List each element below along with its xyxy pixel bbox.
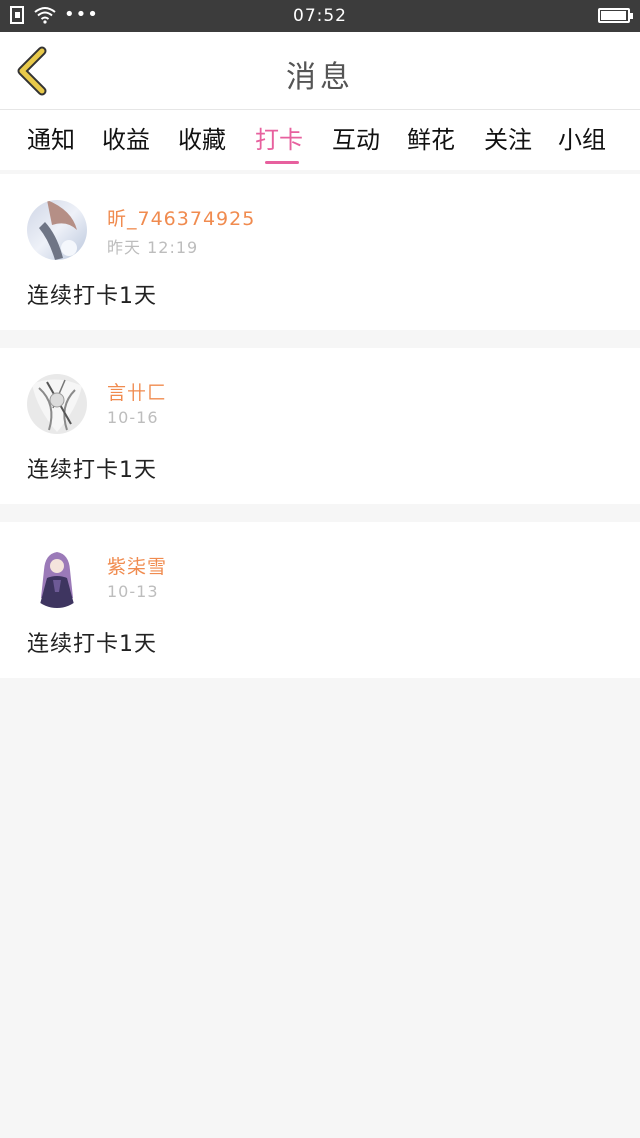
username[interactable]: 昕_746374925 xyxy=(107,204,255,231)
avatar[interactable] xyxy=(27,200,87,260)
avatar[interactable] xyxy=(27,374,87,434)
message-card[interactable]: 昕_746374925 昨天 12:19 连续打卡1天 xyxy=(0,174,640,330)
username[interactable]: 紫柒雪 xyxy=(107,552,167,579)
tab-following[interactable]: 关注 xyxy=(484,120,532,155)
tab-groups[interactable]: 小组 xyxy=(558,120,606,155)
message-time: 10-13 xyxy=(107,582,159,601)
status-time: 07:52 xyxy=(293,6,347,26)
avatar[interactable] xyxy=(27,548,87,608)
message-text: 连续打卡1天 xyxy=(27,458,157,483)
active-tab-indicator xyxy=(265,161,299,164)
message-time: 昨天 12:19 xyxy=(107,238,199,257)
message-text: 连续打卡1天 xyxy=(27,632,157,657)
message-card[interactable]: 紫柒雪 10-13 连续打卡1天 xyxy=(0,522,640,678)
message-time: 10-16 xyxy=(107,408,159,427)
tab-flowers[interactable]: 鲜花 xyxy=(407,120,455,155)
tab-favorites[interactable]: 收藏 xyxy=(178,120,226,155)
tab-earnings[interactable]: 收益 xyxy=(102,120,150,155)
page-title: 消息 xyxy=(286,60,354,95)
tab-notifications[interactable]: 通知 xyxy=(27,120,75,155)
status-bar: ••• 07:52 xyxy=(0,0,640,32)
tab-interactions[interactable]: 互动 xyxy=(332,120,380,155)
header: 消息 xyxy=(0,32,640,110)
battery-level xyxy=(601,11,626,20)
username[interactable]: 言卄匚 xyxy=(107,378,167,405)
message-card[interactable]: 言卄匚 10-16 连续打卡1天 xyxy=(0,348,640,504)
tab-checkin[interactable]: 打卡 xyxy=(255,120,303,155)
battery-icon xyxy=(598,8,633,23)
tab-bar: 通知 收益 收藏 打卡 互动 鲜花 关注 小组 xyxy=(0,110,640,170)
message-text: 连续打卡1天 xyxy=(27,284,157,309)
